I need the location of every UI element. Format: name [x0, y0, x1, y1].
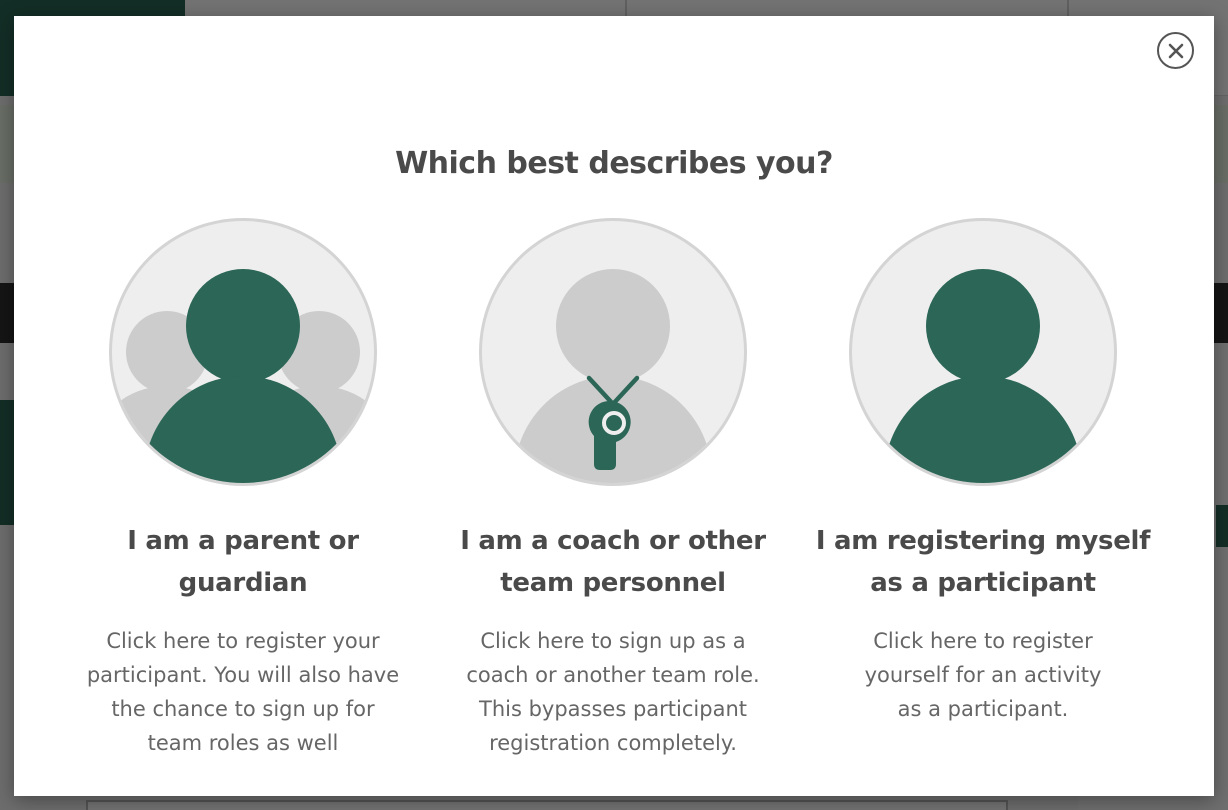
option-parent-guardian[interactable]: I am a parent or guardian Click here to …	[73, 214, 413, 760]
close-icon	[1168, 43, 1183, 58]
participant-icon	[849, 218, 1117, 486]
modal-title: Which best describes you?	[395, 146, 833, 181]
option-heading: I am registering myself as a participant	[815, 526, 1151, 598]
option-self-participant[interactable]: I am registering myself as a participant…	[813, 214, 1153, 726]
role-selection-modal: Which best describes you? I am a parent …	[14, 16, 1214, 796]
coach-whistle-icon	[479, 218, 747, 486]
option-coach-personnel[interactable]: I am a coach or other team personnel Cli…	[443, 214, 783, 760]
close-button[interactable]	[1157, 32, 1194, 69]
option-heading: I am a parent or guardian	[127, 526, 359, 598]
option-description: Click here to register your participant.…	[86, 629, 400, 755]
option-description: Click here to sign up as a coach or anot…	[466, 629, 760, 755]
parent-guardian-icon	[109, 218, 377, 486]
option-description: Click here to register yourself for an a…	[864, 629, 1102, 721]
option-heading: I am a coach or other team personnel	[460, 526, 766, 598]
